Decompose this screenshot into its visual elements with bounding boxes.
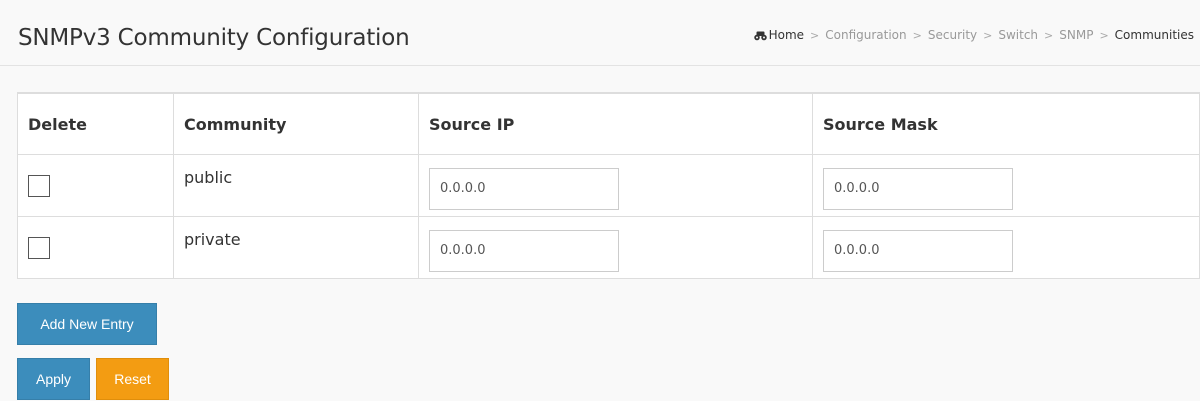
source-ip-input[interactable] [429, 229, 619, 272]
source-mask-cell [812, 154, 1200, 217]
breadcrumb-separator: > [810, 28, 820, 42]
source-mask-input[interactable] [823, 229, 1013, 272]
column-header-delete: Delete [18, 94, 174, 155]
reset-button[interactable]: Reset [96, 358, 169, 400]
breadcrumb-separator: > [1099, 28, 1109, 42]
source-mask-cell [812, 216, 1200, 278]
breadcrumb-home[interactable]: Home [769, 28, 804, 42]
breadcrumb-separator: > [983, 28, 993, 42]
source-ip-cell [418, 154, 813, 217]
table-row: public [18, 154, 1200, 217]
delete-checkbox[interactable] [28, 174, 50, 197]
column-header-source-ip: Source IP [418, 94, 813, 155]
column-header-source-mask: Source Mask [812, 94, 1200, 155]
breadcrumb-configuration[interactable]: Configuration [825, 28, 906, 42]
delete-cell [18, 216, 174, 278]
breadcrumb-separator: > [1044, 28, 1054, 42]
source-ip-input[interactable] [429, 167, 619, 210]
delete-checkbox[interactable] [28, 236, 50, 259]
breadcrumb-snmp[interactable]: SNMP [1059, 28, 1093, 42]
community-name: private [184, 230, 241, 249]
community-cell: public [173, 154, 419, 217]
community-cell: private [173, 216, 419, 278]
table-header-row: Delete Community Source IP Source Mask [18, 94, 1200, 155]
breadcrumb: Home > Configuration > Security > Switch… [753, 28, 1194, 42]
delete-cell [18, 154, 174, 217]
community-name: public [184, 168, 233, 187]
communities-table: Delete Community Source IP Source Mask p… [18, 94, 1200, 278]
home-icon [753, 31, 767, 40]
source-mask-input[interactable] [823, 167, 1013, 210]
breadcrumb-switch[interactable]: Switch [998, 28, 1038, 42]
table-row: private [18, 216, 1200, 278]
column-header-community: Community [173, 94, 419, 155]
communities-table-container: Delete Community Source IP Source Mask p… [17, 92, 1200, 279]
page: SNMPv3 Community Configuration Home > Co… [0, 0, 1200, 401]
page-header: SNMPv3 Community Configuration Home > Co… [0, 0, 1200, 66]
apply-button[interactable]: Apply [17, 358, 90, 400]
breadcrumb-separator: > [912, 28, 922, 42]
source-ip-cell [418, 216, 813, 278]
page-title: SNMPv3 Community Configuration [18, 25, 410, 51]
breadcrumb-current: Communities [1114, 28, 1194, 42]
add-new-entry-button[interactable]: Add New Entry [17, 303, 157, 345]
breadcrumb-security[interactable]: Security [928, 28, 977, 42]
